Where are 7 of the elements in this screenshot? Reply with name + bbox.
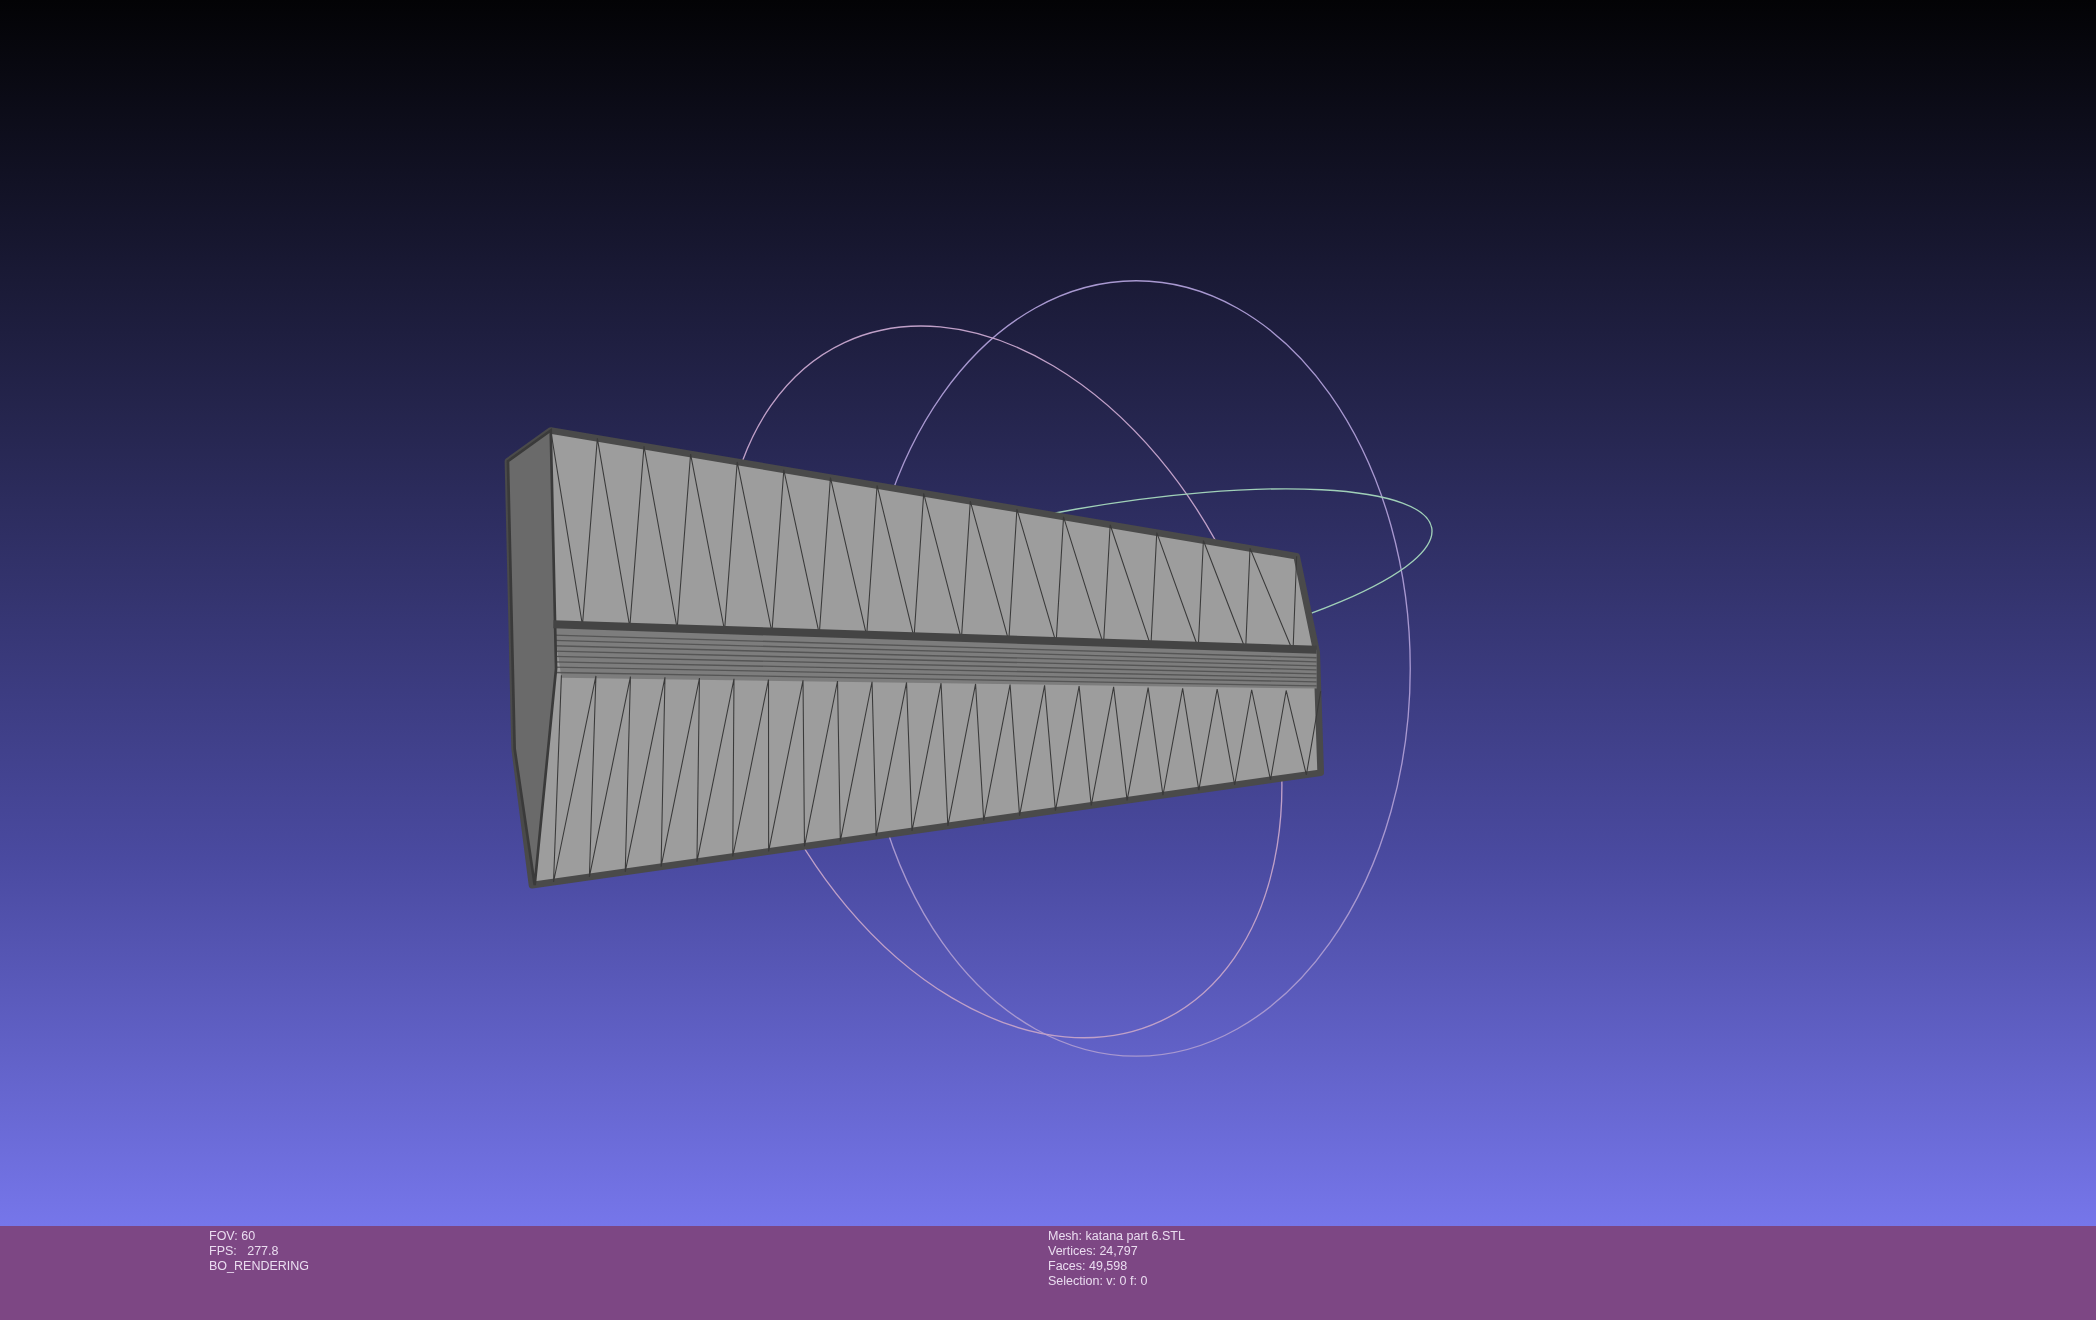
status-text: Selection: v: 0 f: 0 xyxy=(1048,1274,1149,1289)
status-text: BO_RENDERING xyxy=(209,1259,311,1274)
status-text: FOV: 60 xyxy=(209,1229,257,1244)
status-text: FPS: 277.8 xyxy=(209,1244,280,1259)
status-text: Vertices: 24,797 xyxy=(1048,1244,1139,1259)
status-text: Mesh: katana part 6.STL xyxy=(1048,1229,1185,1244)
status-text: Faces: 49,598 xyxy=(1048,1259,1129,1274)
